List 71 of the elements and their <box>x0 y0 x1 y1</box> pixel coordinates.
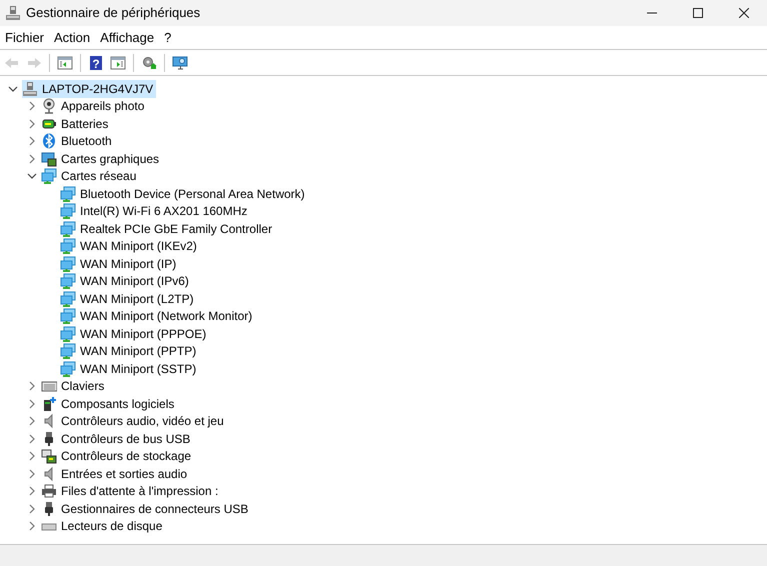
tree-item[interactable]: Cartes graphiques <box>41 150 162 168</box>
network-monitor-icon <box>60 326 76 342</box>
expand-chevron-icon[interactable] <box>27 451 37 462</box>
expand-chevron-icon[interactable] <box>27 398 37 409</box>
collapse-chevron-icon[interactable] <box>27 171 37 182</box>
tree-item[interactable]: WAN Miniport (SSTP) <box>60 360 200 378</box>
menu-item[interactable]: Action <box>49 26 96 48</box>
network-monitor-icon <box>60 273 76 290</box>
tree-item[interactable]: Contrôleurs audio, vidéo et jeu <box>41 412 227 430</box>
expand-chevron-icon[interactable] <box>27 381 37 392</box>
tree-item[interactable]: WAN Miniport (PPTP) <box>60 342 200 360</box>
expand-chevron-icon[interactable] <box>27 434 37 444</box>
expand-chevron-icon[interactable] <box>27 486 37 496</box>
tree-item[interactable]: WAN Miniport (PPPOE) <box>60 325 210 342</box>
tree-item[interactable]: WAN Miniport (IPv6) <box>60 272 192 290</box>
tree-item[interactable]: Bluetooth <box>41 132 115 150</box>
expand-chevron-icon[interactable] <box>27 504 37 514</box>
printer-icon <box>41 483 57 500</box>
tree-item[interactable]: Cartes réseau <box>41 168 140 185</box>
tree-item[interactable]: Contrôleurs de stockage <box>41 448 194 465</box>
network-monitor-icon <box>60 360 76 377</box>
network-monitor-icon <box>60 203 76 220</box>
tree-item[interactable]: LAPTOP-2HG4VJ7V <box>22 80 156 98</box>
network-monitor-icon <box>60 186 76 202</box>
panel-icon <box>110 54 126 70</box>
expand-chevron-icon[interactable] <box>27 154 37 164</box>
tree-item[interactable]: Lecteurs de disque <box>41 518 166 535</box>
menu-item[interactable]: Affichage <box>95 26 160 48</box>
tree-item[interactable]: WAN Miniport (IKEv2) <box>60 238 200 255</box>
collapse-chevron-icon[interactable] <box>8 84 18 94</box>
network-monitor-icon <box>60 308 76 324</box>
tree-item[interactable]: Composants logiciels <box>41 395 178 412</box>
network-monitor-icon <box>41 168 57 184</box>
menu-item[interactable]: Fichier <box>0 26 50 48</box>
close-icon <box>739 8 749 18</box>
expand-chevron-icon[interactable] <box>27 118 37 129</box>
tree-item[interactable]: Gestionnaires de connecteurs USB <box>41 500 252 518</box>
tree-item[interactable]: Bluetooth Device (Personal Area Network) <box>60 185 308 202</box>
software-component-icon <box>41 396 57 412</box>
network-monitor-icon <box>60 343 76 360</box>
expand-chevron-icon[interactable] <box>27 521 37 532</box>
tree-item[interactable]: Files d'attente à l'impression : <box>41 482 222 500</box>
network-monitor-icon <box>60 256 76 272</box>
tree-item[interactable]: Intel(R) Wi-Fi 6 AX201 160MHz <box>60 202 250 220</box>
tree-item[interactable]: Batteries <box>41 115 112 132</box>
expand-chevron-icon[interactable] <box>27 468 37 479</box>
monitor-magnifier-icon <box>172 54 188 70</box>
network-monitor-icon <box>60 238 76 254</box>
expand-chevron-icon[interactable] <box>27 136 37 146</box>
panel-icon <box>57 54 73 70</box>
tree-item[interactable]: Entrées et sorties audio <box>41 465 190 482</box>
computer-icon <box>22 80 38 97</box>
tree-item[interactable]: Realtek PCIe GbE Family Controller <box>60 220 276 238</box>
tree-item[interactable]: Appareils photo <box>41 98 148 115</box>
computer-icon <box>5 5 21 21</box>
webcam-icon <box>41 98 57 114</box>
menu-item[interactable]: ? <box>159 26 176 48</box>
maximize-icon <box>693 8 703 18</box>
network-monitor-icon <box>60 220 76 237</box>
expand-chevron-icon[interactable] <box>27 416 37 426</box>
expand-chevron-icon[interactable] <box>27 101 37 112</box>
tree-item[interactable]: WAN Miniport (IP) <box>60 255 180 272</box>
tree-item[interactable]: Claviers <box>41 378 108 395</box>
storage-controller-icon <box>41 448 57 464</box>
network-monitor-icon <box>60 290 76 307</box>
tree-item[interactable]: WAN Miniport (Network Monitor) <box>60 308 256 325</box>
tree-item[interactable]: Contrôleurs de bus USB <box>41 430 194 448</box>
window-title: Gestionnaire de périphériques <box>26 4 200 22</box>
tree-item[interactable]: WAN Miniport (L2TP) <box>60 290 197 308</box>
display-adapter-icon <box>41 150 57 167</box>
bluetooth-icon <box>41 133 57 150</box>
